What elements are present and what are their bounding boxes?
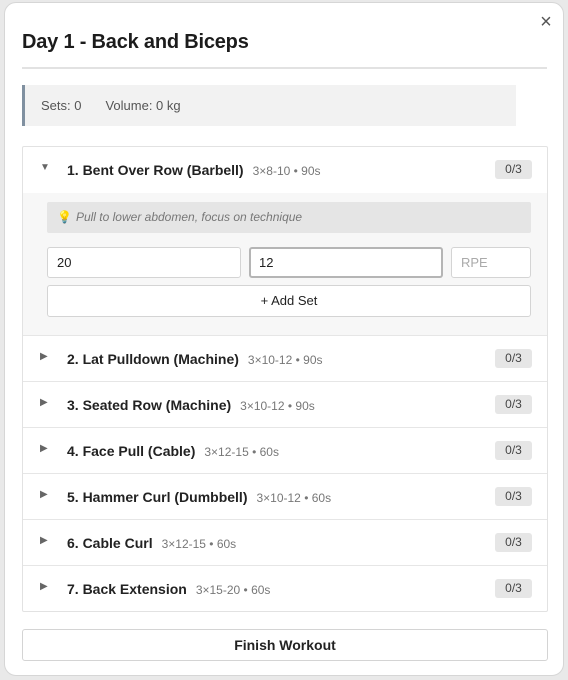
progress-badge: 0/3 [495,160,532,179]
tip-text: Pull to lower abdomen, focus on techniqu… [75,210,303,224]
progress-badge: 0/3 [495,349,532,368]
exercise-name-text: 6. Cable Curl [67,535,153,551]
exercise-body: 💡 Pull to lower abdomen, focus on techniq… [23,193,547,335]
exercise-name: 3. Seated Row (Machine) 3×10-12 • 90s [67,397,315,413]
exercise-name: 2. Lat Pulldown (Machine) 3×10-12 • 90s [67,351,323,367]
exercise-header[interactable]: ▼ 1. Bent Over Row (Barbell) 3×8-10 • 90s… [23,147,547,193]
progress-badge: 0/3 [495,441,532,460]
chevron-right-icon: ▶ [40,443,48,454]
volume-total: Volume: 0 kg [105,98,181,113]
exercise-name-text: 3. Seated Row (Machine) [67,397,232,413]
exercise-item: ▶ 7. Back Extension 3×15-20 • 60s 0/3 [23,565,547,611]
exercise-name: 6. Cable Curl 3×12-15 • 60s [67,535,236,551]
exercise-meta: 3×12-15 • 60s [204,445,279,459]
exercise-name: 7. Back Extension 3×15-20 • 60s [67,581,270,597]
lightbulb-icon: 💡 [57,210,72,224]
progress-badge: 0/3 [495,579,532,598]
exercise-item: ▶ 3. Seated Row (Machine) 3×10-12 • 90s 0… [23,381,547,427]
exercise-name-text: 1. Bent Over Row (Barbell) [67,162,244,178]
exercise-item: ▶ 6. Cable Curl 3×12-15 • 60s 0/3 [23,519,547,565]
workout-modal: × Day 1 - Back and Biceps Sets: 0 Volume:… [4,2,564,676]
exercise-item: ▶ 5. Hammer Curl (Dumbbell) 3×10-12 • 60s… [23,473,547,519]
exercise-name: 5. Hammer Curl (Dumbbell) 3×10-12 • 60s [67,489,331,505]
exercise-name-text: 7. Back Extension [67,581,187,597]
exercise-meta: 3×10-12 • 90s [240,399,315,413]
exercise-header[interactable]: ▶ 4. Face Pull (Cable) 3×12-15 • 60s 0/3 [23,428,547,474]
exercise-tip: 💡 Pull to lower abdomen, focus on techniq… [47,202,531,233]
exercise-header[interactable]: ▶ 6. Cable Curl 3×12-15 • 60s 0/3 [23,520,547,566]
exercise-item: ▶ 4. Face Pull (Cable) 3×12-15 • 60s 0/3 [23,427,547,473]
exercise-name: 4. Face Pull (Cable) 3×12-15 • 60s [67,443,279,459]
exercise-meta: 3×10-12 • 90s [247,353,323,367]
page-title: Day 1 - Back and Biceps [22,31,249,53]
weight-input[interactable] [47,247,241,278]
chevron-down-icon: ▼ [40,162,50,173]
exercise-meta: 3×8-10 • 90s [252,164,321,178]
progress-badge: 0/3 [495,533,532,552]
finish-workout-button[interactable]: Finish Workout [22,629,548,661]
exercise-meta: 3×12-15 • 60s [161,537,237,551]
exercise-header[interactable]: ▶ 5. Hammer Curl (Dumbbell) 3×10-12 • 60s… [23,474,547,520]
progress-badge: 0/3 [495,395,532,414]
exercise-header[interactable]: ▶ 7. Back Extension 3×15-20 • 60s 0/3 [23,566,547,612]
exercise-item: ▼ 1. Bent Over Row (Barbell) 3×8-10 • 90s… [23,147,547,335]
exercise-meta: 3×15-20 • 60s [195,583,271,597]
exercise-item: ▶ 2. Lat Pulldown (Machine) 3×10-12 • 90s… [23,335,547,381]
exercise-name-text: 2. Lat Pulldown (Machine) [67,351,239,367]
exercise-header[interactable]: ▶ 3. Seated Row (Machine) 3×10-12 • 90s 0… [23,382,547,428]
rpe-input[interactable] [451,247,531,278]
exercise-list: ▼ 1. Bent Over Row (Barbell) 3×8-10 • 90s… [22,146,548,612]
exercise-name-text: 5. Hammer Curl (Dumbbell) [67,489,248,505]
exercise-name-text: 4. Face Pull (Cable) [67,443,196,459]
reps-input[interactable] [249,247,443,278]
close-icon[interactable]: × [535,11,557,33]
chevron-right-icon: ▶ [40,535,48,546]
chevron-right-icon: ▶ [40,397,48,408]
exercise-meta: 3×10-12 • 60s [256,491,332,505]
progress-badge: 0/3 [495,487,532,506]
sets-count: Sets: 0 [41,98,82,113]
add-set-button[interactable]: + Add Set [47,285,531,317]
exercise-name: 1. Bent Over Row (Barbell) 3×8-10 • 90s [67,162,321,178]
chevron-right-icon: ▶ [40,351,48,362]
exercise-header[interactable]: ▶ 2. Lat Pulldown (Machine) 3×10-12 • 90s… [23,336,547,382]
chevron-right-icon: ▶ [40,581,48,592]
workout-stats: Sets: 0 Volume: 0 kg [22,85,516,126]
title-divider [22,67,547,69]
chevron-right-icon: ▶ [40,489,48,500]
